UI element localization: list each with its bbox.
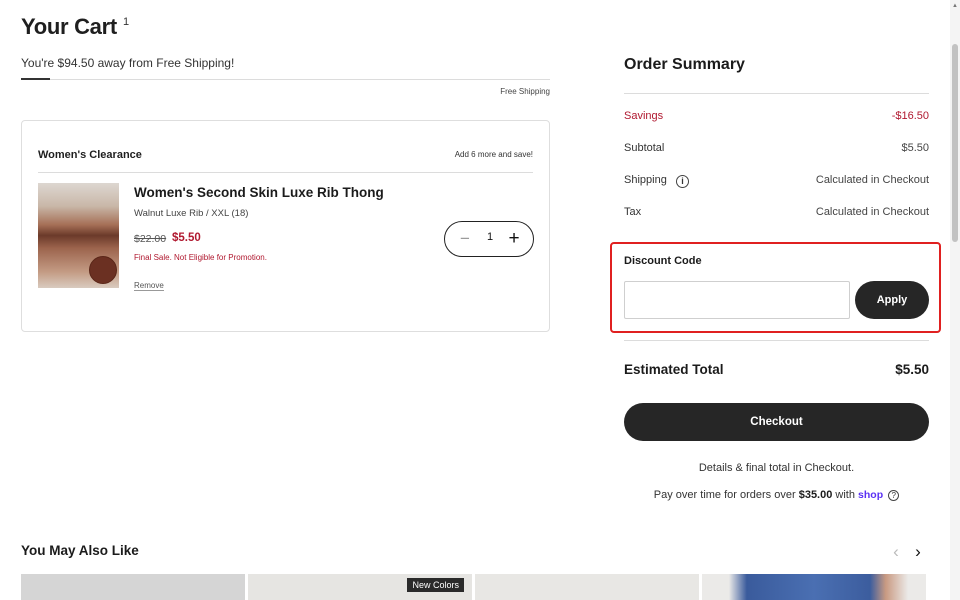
savings-value: -$16.50 bbox=[891, 110, 929, 122]
chevron-right-icon[interactable]: › bbox=[911, 542, 925, 562]
savings-label: Savings bbox=[624, 110, 664, 122]
estimated-total-value: $5.50 bbox=[895, 362, 929, 377]
installments-prefix: Pay over time for orders over bbox=[653, 489, 796, 501]
shipping-label: Shipping bbox=[624, 174, 667, 186]
tax-value: Calculated in Checkout bbox=[815, 206, 929, 218]
order-summary-title: Order Summary bbox=[624, 56, 745, 73]
promo-text: Add 6 more and save! bbox=[454, 150, 533, 159]
section-title: Women's Clearance bbox=[38, 149, 142, 161]
scroll-up-icon[interactable]: ▲ bbox=[951, 2, 959, 10]
quantity-value: 1 bbox=[486, 231, 494, 243]
page-title: Your Cart bbox=[21, 14, 117, 39]
scrollbar-thumb[interactable] bbox=[952, 44, 958, 242]
free-shipping-message: You're $94.50 away from Free Shipping! bbox=[21, 56, 235, 70]
shipping-progress-fill bbox=[21, 78, 51, 80]
remove-button[interactable]: Remove bbox=[134, 281, 164, 291]
info-icon[interactable]: i bbox=[676, 175, 689, 188]
subtotal-value: $5.50 bbox=[901, 142, 929, 154]
recommendations-title: You May Also Like bbox=[21, 543, 139, 558]
chevron-left-icon[interactable]: ‹ bbox=[889, 542, 903, 562]
page-scrollbar[interactable]: ▲ bbox=[950, 0, 960, 600]
sale-price: $5.50 bbox=[172, 232, 201, 244]
free-shipping-label: Free Shipping bbox=[500, 87, 550, 96]
divider bbox=[624, 93, 929, 94]
cart-count-badge: 1 bbox=[123, 16, 130, 28]
color-swatch-icon bbox=[89, 256, 117, 284]
tax-label: Tax bbox=[624, 206, 642, 218]
new-colors-badge: New Colors bbox=[407, 578, 464, 592]
installments-note: Pay over time for orders over $35.00 wit… bbox=[624, 489, 929, 501]
checkout-button[interactable]: Checkout bbox=[624, 403, 929, 441]
product-name-link[interactable]: Women's Second Skin Luxe Rib Thong bbox=[134, 185, 384, 200]
decrease-quantity-button[interactable]: − bbox=[455, 227, 475, 251]
installments-with: with bbox=[835, 489, 855, 501]
quantity-stepper: − 1 + bbox=[444, 221, 534, 257]
increase-quantity-button[interactable]: + bbox=[504, 226, 524, 252]
installments-amount: $35.00 bbox=[798, 489, 833, 501]
recommendation-tile[interactable] bbox=[21, 574, 245, 600]
shop-pay-logo[interactable]: shop bbox=[858, 489, 883, 501]
recommendation-tile[interactable]: New Colors bbox=[248, 574, 472, 600]
recommendation-tile[interactable] bbox=[702, 574, 926, 600]
apply-button[interactable]: Apply bbox=[855, 281, 929, 319]
card-header: Women's Clearance Add 6 more and save! bbox=[38, 149, 533, 173]
original-price: $22.00 bbox=[134, 233, 167, 245]
product-variant: Walnut Luxe Rib / XXL (18) bbox=[134, 208, 249, 219]
shipping-progress-bar bbox=[21, 78, 550, 80]
discount-code-input[interactable] bbox=[624, 281, 850, 319]
estimated-total-label: Estimated Total bbox=[624, 362, 724, 377]
final-sale-notice: Final Sale. Not Eligible for Promotion. bbox=[134, 253, 267, 262]
discount-code-label: Discount Code bbox=[624, 255, 702, 267]
recommendation-tile[interactable] bbox=[475, 574, 699, 600]
cart-item-card: Women's Clearance Add 6 more and save! W… bbox=[21, 120, 550, 332]
shipping-value: Calculated in Checkout bbox=[815, 174, 929, 186]
help-icon[interactable]: ? bbox=[888, 489, 900, 501]
subtotal-label: Subtotal bbox=[624, 142, 665, 154]
checkout-details-note: Details & final total in Checkout. bbox=[698, 462, 855, 474]
divider bbox=[624, 340, 929, 341]
product-image[interactable] bbox=[38, 183, 119, 288]
